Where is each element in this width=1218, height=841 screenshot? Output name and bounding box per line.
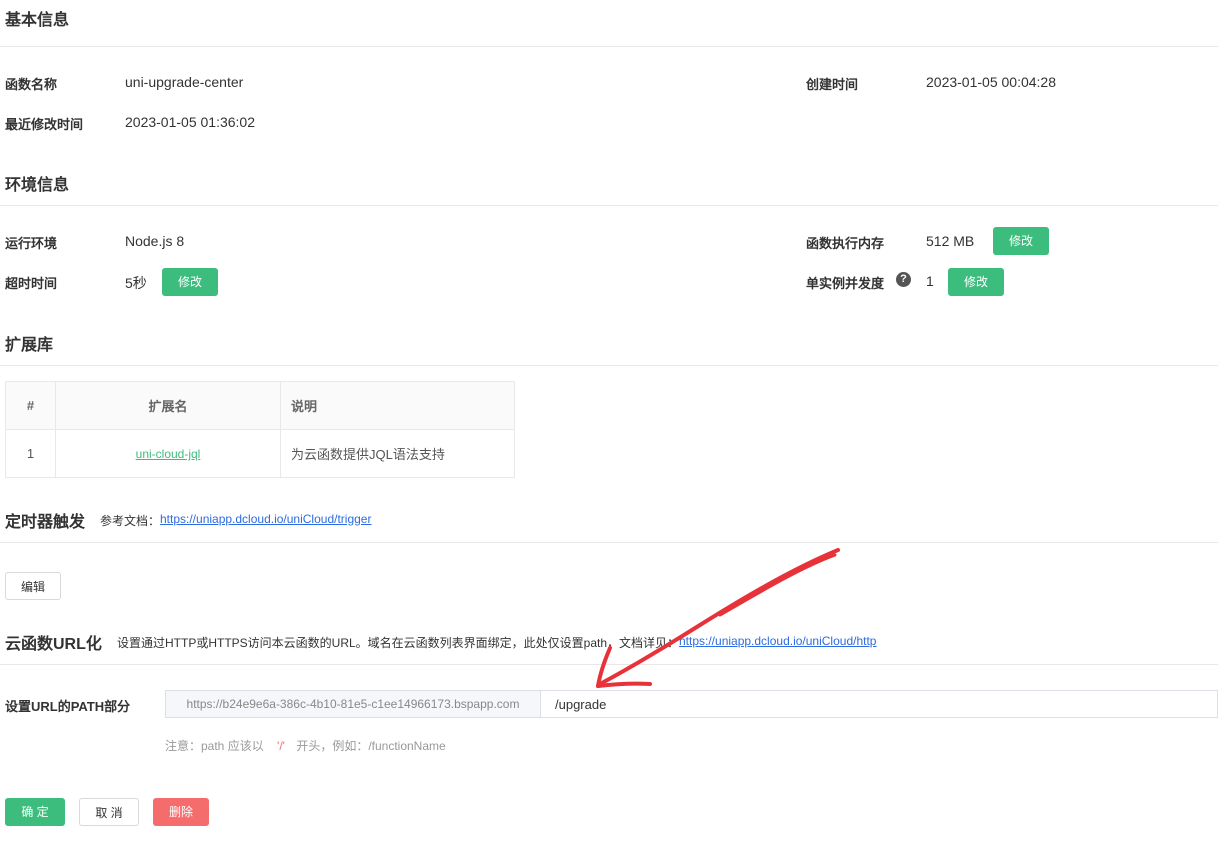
help-icon[interactable]: ?: [896, 272, 911, 287]
url-doc-link[interactable]: https://uniapp.dcloud.io/uniCloud/http: [679, 634, 876, 648]
modified-time-label: 最近修改时间: [5, 117, 84, 132]
created-time-value: 2023-01-05 00:04:28: [926, 74, 1056, 90]
memory-value: 512 MB: [926, 233, 975, 249]
path-note-prefix: 注意：path 应该以: [165, 739, 264, 753]
path-note: 注意：path 应该以 '/' 开头，例如：/functionName: [165, 737, 446, 754]
concurrency-edit-button[interactable]: 修改: [948, 268, 1004, 296]
section-title-ext: 扩展库: [5, 337, 54, 354]
func-name-value: uni-upgrade-center: [125, 74, 244, 90]
divider: [0, 205, 1218, 206]
timeout-value: 5秒: [125, 275, 147, 291]
created-time-label: 创建时间: [806, 77, 859, 92]
url-prefix: https://b24e9e6a-386c-4b10-81e5-c1ee1496…: [165, 690, 540, 718]
memory-edit-button[interactable]: 修改: [993, 227, 1049, 255]
timeout-label: 超时时间: [5, 276, 58, 291]
url-description: 设置通过HTTP或HTTPS访问本云函数的URL。域名在云函数列表界面绑定，此处…: [117, 636, 680, 650]
timer-doc-link[interactable]: https://uniapp.dcloud.io/uniCloud/trigge…: [160, 512, 371, 526]
memory-label: 函数执行内存: [806, 236, 885, 251]
cell-index: 1: [5, 429, 56, 478]
col-header-name: 扩展名: [55, 381, 281, 430]
section-title-basic: 基本信息: [5, 12, 70, 29]
extension-table: # 扩展名 说明 1 uni-cloud-jql 为云函数提供JQL语法支持: [5, 381, 515, 478]
path-label: 设置URL的PATH部分: [5, 699, 131, 714]
col-header-desc: 说明: [280, 381, 515, 430]
section-title-url: 云函数URL化: [5, 636, 102, 653]
col-header-index: #: [5, 381, 56, 430]
section-title-timer: 定时器触发: [5, 514, 86, 531]
timer-edit-button[interactable]: 编辑: [5, 572, 61, 600]
confirm-button[interactable]: 确 定: [5, 798, 65, 826]
divider: [0, 664, 1218, 665]
divider: [0, 46, 1218, 47]
delete-button[interactable]: 删除: [153, 798, 209, 826]
divider: [0, 365, 1218, 366]
extension-link[interactable]: uni-cloud-jql: [136, 447, 201, 461]
runtime-label: 运行环境: [5, 236, 58, 251]
table-row: 1 uni-cloud-jql 为云函数提供JQL语法支持: [5, 429, 515, 478]
path-note-suffix: 开头，例如：/functionName: [296, 739, 446, 753]
concurrency-label: 单实例并发度: [806, 276, 885, 291]
divider: [0, 542, 1218, 543]
modified-time-value: 2023-01-05 01:36:02: [125, 114, 255, 130]
path-input[interactable]: [540, 690, 1218, 718]
timer-doc-prefix: 参考文档：: [100, 514, 161, 528]
table-header-row: # 扩展名 说明: [5, 381, 515, 430]
timeout-edit-button[interactable]: 修改: [162, 268, 218, 296]
cancel-button[interactable]: 取 消: [79, 798, 139, 826]
path-note-slash: '/': [277, 739, 285, 753]
concurrency-value: 1: [926, 273, 934, 289]
cell-desc: 为云函数提供JQL语法支持: [280, 429, 515, 478]
func-name-label: 函数名称: [5, 77, 58, 92]
runtime-value: Node.js 8: [125, 233, 185, 249]
section-title-env: 环境信息: [5, 177, 70, 194]
